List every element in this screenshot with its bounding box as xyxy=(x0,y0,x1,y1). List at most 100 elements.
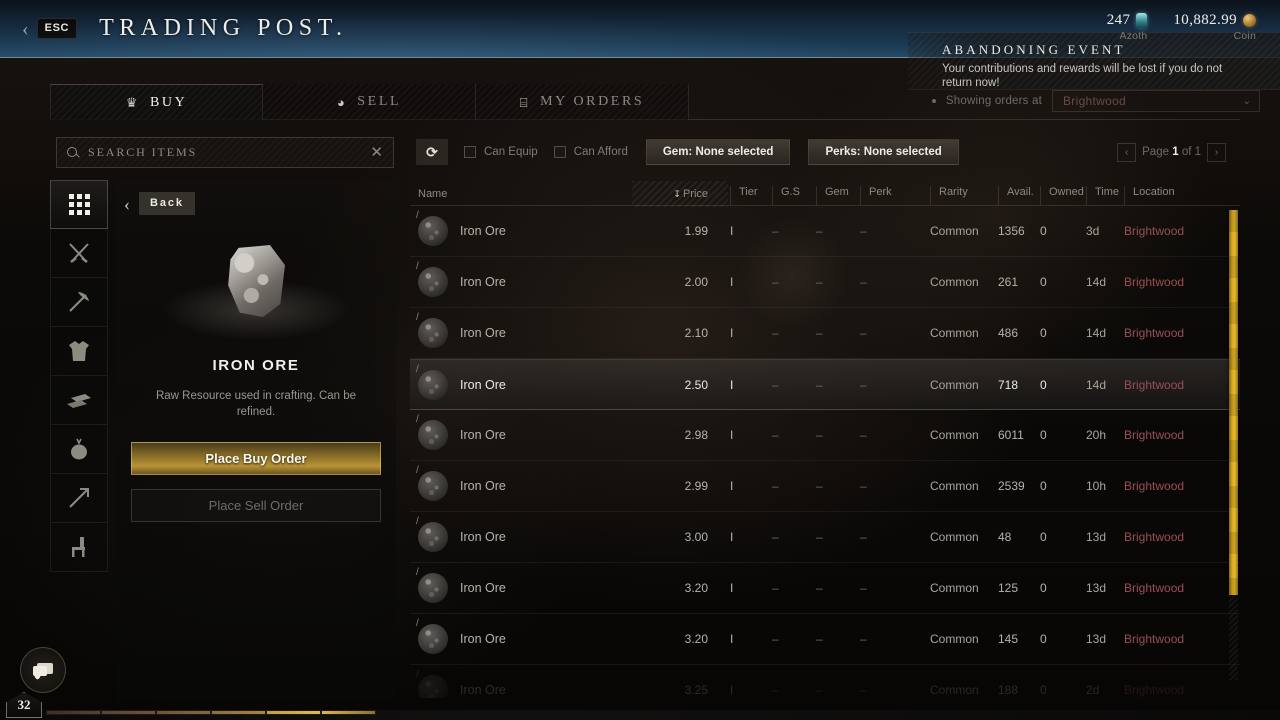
cell-gs: – xyxy=(772,683,779,697)
cell-name: Iron Ore xyxy=(410,465,642,501)
cell-owned: 0 xyxy=(1040,275,1047,289)
category-resources[interactable] xyxy=(50,376,108,425)
place-sell-order-button[interactable]: Place Sell Order xyxy=(131,489,381,522)
cell-gem: – xyxy=(816,275,823,289)
col-header-perk[interactable]: Perk xyxy=(860,186,930,205)
refresh-button[interactable]: ⟳ xyxy=(416,139,448,165)
next-page-button[interactable]: › xyxy=(1207,142,1226,162)
col-header-rarity[interactable]: Rarity xyxy=(930,186,998,205)
tab-buy[interactable]: ♛ Buy xyxy=(50,84,263,120)
cell-gs: – xyxy=(772,224,779,238)
cell-gs: – xyxy=(772,377,779,392)
cell-time: 20h xyxy=(1086,428,1107,442)
row-item-name: Iron Ore xyxy=(460,479,506,493)
prev-page-button[interactable]: ‹ xyxy=(1117,142,1137,162)
table-row[interactable]: Iron Ore 3.00 I – – – Common 48 0 13d Brightwood xyxy=(410,512,1240,563)
back-chevron-icon[interactable]: ‹ xyxy=(22,19,29,39)
perks-filter-button[interactable]: Perks: None selected xyxy=(808,139,959,165)
pouch-icon xyxy=(71,438,87,460)
row-item-name: Iron Ore xyxy=(460,530,506,544)
table-row[interactable]: Iron Ore 2.98 I – – – Common 6011 0 20h Brightwood xyxy=(410,410,1240,461)
level-value: 32 xyxy=(17,697,31,712)
xp-segment xyxy=(212,711,265,714)
cell-avail: 718 xyxy=(998,377,1019,392)
category-ammunition[interactable] xyxy=(50,474,108,523)
territory-dropdown[interactable]: Brightwood ⌄ xyxy=(1052,90,1260,112)
back-arrow-icon[interactable]: ‹ xyxy=(124,195,130,213)
scrollbar-thumb[interactable] xyxy=(1229,210,1238,595)
can-afford-checkbox[interactable]: Can Afford xyxy=(553,146,628,158)
cell-avail: 261 xyxy=(998,275,1019,289)
category-weapons[interactable] xyxy=(50,229,108,278)
iron-ore-icon xyxy=(416,210,448,246)
xp-segment xyxy=(157,711,210,714)
table-row[interactable]: Iron Ore 3.20 I – – – Common 125 0 13d Brightwood xyxy=(410,563,1240,614)
cell-time: 14d xyxy=(1086,275,1107,289)
cell-avail: 2539 xyxy=(998,479,1025,493)
table-scrollbar[interactable] xyxy=(1229,210,1238,680)
col-header-avail[interactable]: Avail. xyxy=(998,186,1040,205)
clear-search-icon[interactable]: ✕ xyxy=(370,145,383,160)
iron-ore-icon xyxy=(416,414,448,450)
col-header-name[interactable]: Name xyxy=(410,188,642,205)
coin-icon xyxy=(1243,14,1256,27)
category-consumables[interactable] xyxy=(50,425,108,474)
back-button[interactable]: Back xyxy=(139,192,195,215)
cell-rarity: Common xyxy=(930,581,979,595)
row-item-name: Iron Ore xyxy=(460,581,506,595)
table-row[interactable]: Iron Ore 1.99 I – – – Common 1356 0 3d Brightwood xyxy=(410,206,1240,257)
cell-owned: 0 xyxy=(1040,530,1047,544)
iron-ore-icon xyxy=(416,465,448,501)
cell-perk: – xyxy=(860,275,867,289)
search-input[interactable]: Search Items ✕ xyxy=(56,136,394,168)
cell-time: 13d xyxy=(1086,530,1107,544)
cell-owned: 0 xyxy=(1040,632,1047,646)
table-row[interactable]: Iron Ore 2.10 I – – – Common 486 0 14d Brightwood xyxy=(410,308,1240,359)
cell-name: Iron Ore xyxy=(410,516,642,552)
col-header-price[interactable]: ↧ Price xyxy=(632,181,730,207)
search-placeholder: Search Items xyxy=(88,144,198,159)
category-furniture[interactable] xyxy=(50,523,108,572)
col-header-location[interactable]: Location xyxy=(1124,186,1206,205)
showing-orders-row: Showing orders at Brightwood ⌄ xyxy=(931,90,1260,112)
col-header-owned[interactable]: Owned xyxy=(1040,186,1086,205)
cell-gs: – xyxy=(772,428,779,442)
tab-my-orders[interactable]: ⌸ My Orders xyxy=(476,84,689,120)
can-equip-checkbox[interactable]: Can Equip xyxy=(464,146,538,158)
table-row[interactable]: Iron Ore 2.50 I – – – Common 718 0 14d Brightwood xyxy=(410,359,1240,410)
col-header-time[interactable]: Time xyxy=(1086,186,1124,205)
cell-time: 14d xyxy=(1086,326,1107,340)
cell-avail: 6011 xyxy=(998,428,1024,442)
chat-button[interactable] xyxy=(20,647,66,693)
cell-gem: – xyxy=(816,632,823,646)
table-row[interactable]: Iron Ore 2.00 I – – – Common 261 0 14d Brightwood xyxy=(410,257,1240,308)
trading-post-screen: ‹ ESC Trading Post. 247 Azoth 10,882.99 … xyxy=(0,0,1280,720)
col-header-gem[interactable]: Gem xyxy=(816,186,860,205)
cell-rarity: Common xyxy=(930,683,979,697)
table-row[interactable]: Iron Ore 3.20 I – – – Common 145 0 13d Brightwood xyxy=(410,614,1240,665)
table-row[interactable]: Iron Ore 3.25 I – – – Common 188 0 2d Brightwood xyxy=(410,665,1240,698)
category-tools[interactable] xyxy=(50,278,108,327)
armor-shirt-icon xyxy=(69,341,89,361)
xp-segment xyxy=(47,711,100,714)
experience-bar xyxy=(46,710,376,715)
col-header-gs[interactable]: G.S xyxy=(772,186,816,205)
cell-tier: I xyxy=(730,224,734,238)
sort-caret-icon: ↧ xyxy=(673,189,681,199)
cell-tier: I xyxy=(730,581,734,595)
col-header-tier[interactable]: Tier xyxy=(730,186,772,205)
category-armor[interactable] xyxy=(50,327,108,376)
gem-filter-button[interactable]: Gem: None selected xyxy=(645,139,791,165)
col-header-price-label: Price xyxy=(682,188,708,200)
table-row[interactable]: Iron Ore 2.99 I – – – Common 2539 0 10h Brightwood xyxy=(410,461,1240,512)
detail-item-description: Raw Resource used in crafting. Can be re… xyxy=(155,390,357,418)
cell-name: Iron Ore xyxy=(410,261,642,297)
tab-sell[interactable]: ◕ Sell xyxy=(263,84,476,120)
listings-table: Name ↧ Price Tier G.S Gem Perk Rarity Ava… xyxy=(410,180,1240,700)
esc-key-badge[interactable]: ESC xyxy=(36,18,78,39)
azoth-crystal-icon xyxy=(1136,13,1148,28)
cell-avail: 486 xyxy=(998,326,1019,340)
place-buy-order-button[interactable]: Place Buy Order xyxy=(131,442,381,475)
category-all[interactable] xyxy=(50,180,108,229)
table-header-row: Name ↧ Price Tier G.S Gem Perk Rarity Ava… xyxy=(410,180,1240,207)
